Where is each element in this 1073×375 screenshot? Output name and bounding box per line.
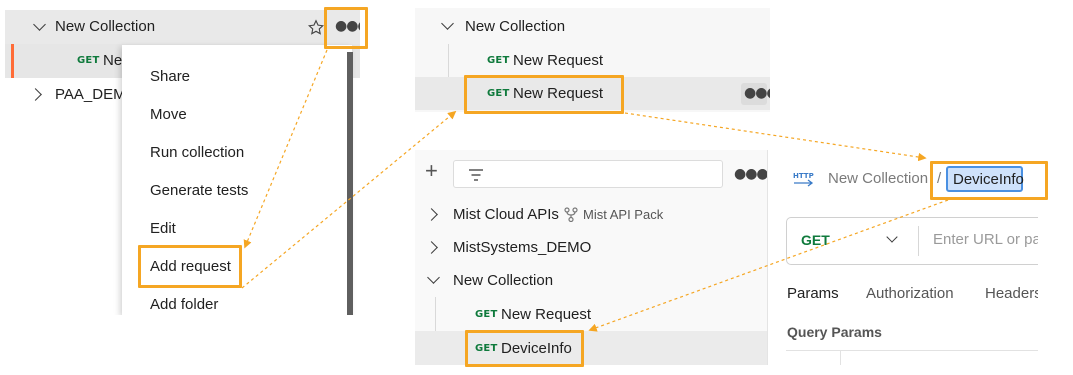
arrow-add-request-to-new-request (241, 110, 457, 289)
arrow-more-to-add-request (243, 49, 328, 249)
arrow-title-to-deviceinfo (588, 199, 949, 332)
annotation-arrows (241, 49, 949, 332)
arrow-new-request-to-title (624, 112, 927, 162)
